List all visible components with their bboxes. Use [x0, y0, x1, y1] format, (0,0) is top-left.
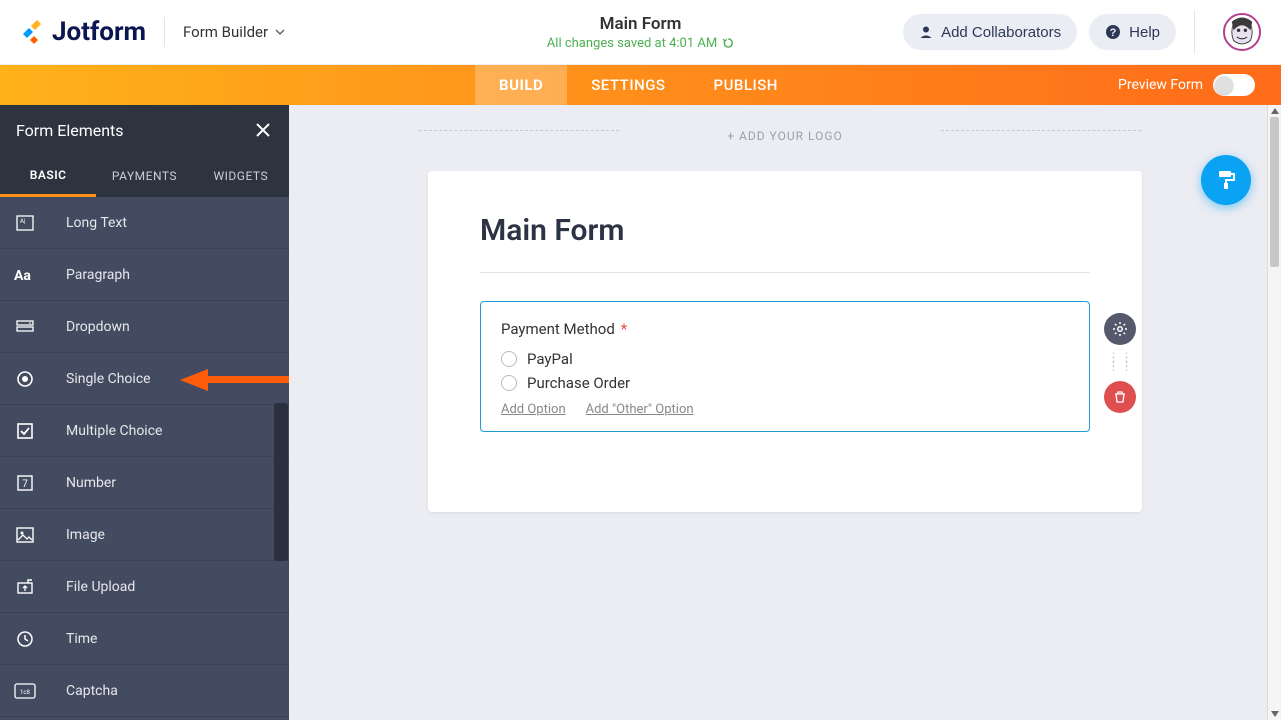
element-paragraph[interactable]: Aa Paragraph	[0, 249, 289, 301]
element-label: File Upload	[50, 579, 289, 595]
mode-tabs: BUILD SETTINGS PUBLISH Preview Form	[0, 65, 1281, 105]
toggle[interactable]	[1213, 74, 1255, 96]
sidebar-tab-widgets[interactable]: WIDGETS	[193, 155, 289, 197]
element-label: Dropdown	[50, 319, 289, 335]
time-icon	[0, 629, 50, 649]
svg-text:7: 7	[22, 479, 28, 490]
image-icon	[0, 525, 50, 545]
tab-settings[interactable]: SETTINGS	[567, 65, 689, 105]
element-label: Single Choice	[50, 371, 289, 387]
header-center: Main Form All changes saved at 4:01 AM	[547, 14, 734, 51]
radio-label: PayPal	[527, 350, 573, 368]
element-captcha[interactable]: 1c8 Captcha	[0, 665, 289, 717]
tab-publish[interactable]: PUBLISH	[690, 65, 802, 105]
elements-sidebar: Form Elements BASIC PAYMENTS WIDGETS A| L…	[0, 105, 289, 720]
element-file-upload[interactable]: File Upload	[0, 561, 289, 613]
radio-icon	[501, 375, 517, 391]
sidebar-tabs: BASIC PAYMENTS WIDGETS	[0, 155, 289, 197]
element-multiple-choice[interactable]: Multiple Choice	[0, 405, 289, 457]
header-right: Add Collaborators ? Help	[903, 10, 1261, 54]
element-time[interactable]: Time	[0, 613, 289, 665]
number-icon: 7	[0, 473, 50, 493]
preview-form-toggle[interactable]: Preview Form	[1118, 65, 1281, 105]
breadcrumb[interactable]: Form Builder	[183, 23, 286, 41]
field-delete-button[interactable]	[1104, 381, 1136, 413]
radio-option[interactable]: Purchase Order	[501, 374, 1069, 392]
svg-text:1c8: 1c8	[20, 689, 31, 696]
add-logo-button[interactable]: + ADD YOUR LOGO	[289, 105, 1281, 155]
drag-handle-icon[interactable]: ⋮⋮⋮⋮⋮⋮	[1107, 351, 1133, 375]
field-settings-button[interactable]	[1104, 313, 1136, 345]
add-collaborators-button[interactable]: Add Collaborators	[903, 14, 1077, 50]
elements-list[interactable]: A| Long Text Aa Paragraph Dropdown Single Cho…	[0, 197, 289, 720]
sidebar-tab-payments[interactable]: PAYMENTS	[96, 155, 192, 197]
sidebar-title: Form Elements	[16, 121, 124, 140]
element-label: Paragraph	[50, 267, 289, 283]
captcha-icon: 1c8	[0, 683, 50, 699]
element-label: Image	[50, 527, 289, 543]
element-dropdown[interactable]: Dropdown	[0, 301, 289, 353]
radio-label: Purchase Order	[527, 374, 630, 392]
user-icon	[919, 25, 933, 39]
page-title[interactable]: Main Form	[547, 14, 734, 34]
element-single-choice[interactable]: Single Choice	[0, 353, 289, 405]
trash-icon	[1113, 390, 1127, 404]
element-label: Multiple Choice	[50, 423, 289, 439]
revert-icon[interactable]	[722, 37, 734, 49]
dropdown-icon	[0, 317, 50, 337]
field-controls: ⋮⋮⋮⋮⋮⋮	[1104, 313, 1136, 413]
element-long-text[interactable]: A| Long Text	[0, 197, 289, 249]
close-icon[interactable]	[253, 120, 273, 140]
element-label: Long Text	[50, 215, 289, 231]
preview-label: Preview Form	[1118, 77, 1203, 93]
element-label: Time	[50, 631, 289, 647]
app-header: Jotform Form Builder Main Form All chang…	[0, 0, 1281, 65]
divider	[480, 272, 1090, 273]
design-fab[interactable]	[1201, 155, 1251, 205]
element-label: Captcha	[50, 683, 289, 699]
long-text-icon: A|	[0, 213, 50, 233]
divider	[164, 17, 165, 47]
breadcrumb-label: Form Builder	[183, 23, 268, 41]
svg-text:?: ?	[1110, 27, 1117, 39]
element-image[interactable]: Image	[0, 509, 289, 561]
scrollbar-thumb[interactable]	[274, 403, 288, 561]
element-number[interactable]: 7 Number	[0, 457, 289, 509]
paint-roller-icon	[1214, 168, 1238, 192]
logo-text: Jotform	[52, 17, 146, 47]
divider	[1194, 10, 1195, 54]
required-star: *	[621, 320, 627, 338]
chevron-down-icon	[274, 26, 286, 38]
single-choice-icon	[0, 369, 50, 389]
element-label: Number	[50, 475, 289, 491]
form-canvas[interactable]: + ADD YOUR LOGO Main Form Payment Method…	[289, 105, 1281, 720]
tab-build[interactable]: BUILD	[475, 65, 567, 105]
gear-icon	[1112, 321, 1128, 337]
avatar[interactable]	[1223, 13, 1261, 51]
scrollbar[interactable]	[1267, 105, 1281, 720]
add-option-link[interactable]: Add Option	[501, 402, 566, 417]
radio-option[interactable]: PayPal	[501, 350, 1069, 368]
svg-text:A|: A|	[20, 218, 25, 225]
form-title[interactable]: Main Form	[480, 213, 1090, 248]
paragraph-icon: Aa	[0, 267, 50, 283]
add-other-option-link[interactable]: Add "Other" Option	[586, 402, 694, 417]
svg-text:Aa: Aa	[14, 268, 31, 283]
multiple-choice-icon	[0, 421, 50, 441]
form-card: Main Form Payment Method * PayPal Purchas…	[428, 171, 1142, 512]
help-icon: ?	[1105, 24, 1121, 40]
logo-icon	[20, 20, 44, 44]
radio-icon	[501, 351, 517, 367]
save-status: All changes saved at 4:01 AM	[547, 36, 734, 51]
field-payment-method[interactable]: Payment Method * PayPal Purchase Order Ad…	[480, 301, 1090, 432]
field-label[interactable]: Payment Method *	[501, 320, 1069, 338]
logo[interactable]: Jotform	[20, 17, 146, 47]
file-upload-icon	[0, 577, 50, 597]
help-button[interactable]: ? Help	[1089, 14, 1176, 50]
sidebar-tab-basic[interactable]: BASIC	[0, 155, 96, 197]
sidebar-header: Form Elements	[0, 105, 289, 155]
